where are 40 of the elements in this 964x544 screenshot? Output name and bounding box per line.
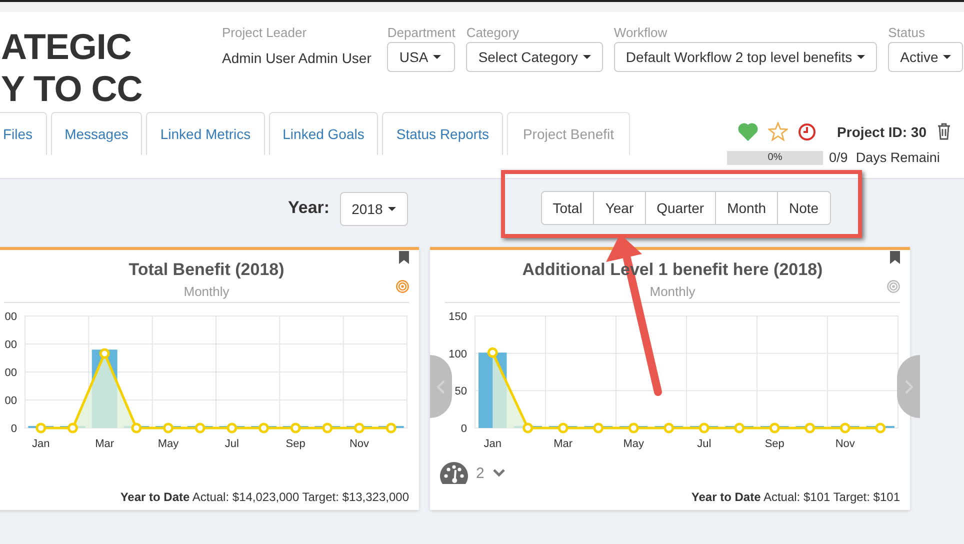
chart-title: Total Benefit (2018)	[128, 260, 284, 280]
field-label: Category	[466, 26, 520, 40]
year-to-date-summary: Year to Date Actual: $101 Target: $101	[690, 490, 901, 506]
field-label: Status	[888, 26, 926, 40]
year-label: Year:	[288, 198, 330, 218]
axis-label: 100	[448, 348, 467, 360]
axis-label: May	[623, 438, 644, 450]
task-count: 0/9	[829, 150, 848, 165]
axis-label: 00	[4, 311, 17, 323]
axis-label: 0	[460, 423, 467, 435]
axis-label: Mar	[554, 438, 573, 450]
field-value: Admin User Admin User	[222, 49, 372, 68]
axis-label: Jan	[32, 438, 50, 450]
field-label: Project Leader	[222, 26, 308, 40]
axis-label: 00	[4, 367, 17, 379]
axis-label: Jul	[697, 438, 712, 450]
axis-label: Mar	[95, 438, 114, 450]
chart-subtitle: Monthly	[184, 284, 230, 299]
axis-label: 50	[454, 386, 467, 398]
axis-label: May	[158, 438, 179, 450]
project-title: Y TO CC	[1, 68, 144, 110]
axis-label: 00	[4, 395, 17, 407]
field-label: Workflow	[614, 26, 668, 40]
project-id: Project ID: 30	[837, 124, 927, 140]
chart-subtitle: Monthly	[650, 284, 696, 299]
axis-label: Nov	[349, 438, 370, 450]
axis-label: 0	[10, 423, 17, 435]
axis-label: Jul	[224, 438, 239, 450]
year-to-date-summary: Year to Date Actual: $14,023,000 Target: $13,323,000	[119, 490, 410, 506]
progress-bar: 0%	[727, 150, 824, 164]
metric-count: 2	[476, 464, 484, 482]
axis-label: Jan	[484, 438, 502, 450]
project-title: ATEGIC	[1, 26, 132, 68]
axis-label: Nov	[835, 438, 855, 450]
field-label: Department	[387, 26, 456, 40]
axis-label: Sep	[764, 438, 784, 450]
axis-label: 00	[4, 339, 17, 351]
days-remaining: Days Remaini	[856, 150, 940, 165]
axis-label: 150	[448, 311, 467, 323]
axis-label: Sep	[286, 438, 306, 450]
